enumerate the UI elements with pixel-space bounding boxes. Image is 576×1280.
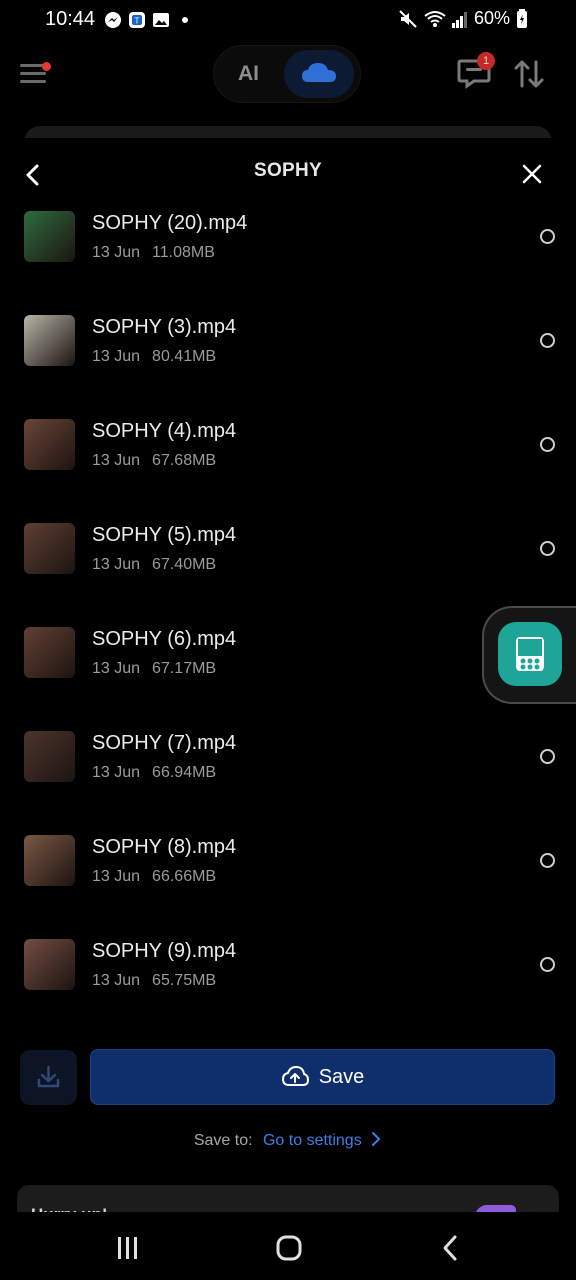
file-meta: 13 Jun 80.41MB [92,348,216,366]
toggle-ai-label[interactable]: AI [238,62,259,86]
battery-icon [517,8,527,28]
save-button-content: Save [91,1050,554,1104]
select-radio[interactable] [540,229,555,244]
file-row[interactable]: SOPHY (9).mp4 13 Jun 65.75MB [0,936,576,1040]
system-nav-bar [0,1212,576,1280]
file-meta: 13 Jun 66.66MB [92,868,216,886]
status-right: 60% [398,8,528,29]
download-icon [37,1065,60,1088]
signal-icon [451,11,467,28]
file-size: 67.68MB [152,452,217,469]
file-meta: 13 Jun 66.94MB [92,764,216,782]
file-meta: 13 Jun 67.68MB [92,452,216,470]
battery-percent: 60% [473,8,510,28]
file-row[interactable]: SOPHY (5).mp4 13 Jun 67.40MB [0,520,576,624]
select-radio[interactable] [540,333,555,348]
toggle-cloud-option[interactable] [284,50,354,98]
gallery-icon [153,13,169,27]
file-date: 13 Jun [92,452,141,469]
chevron-right-icon[interactable] [370,1131,382,1147]
file-size: 67.40MB [152,556,217,573]
status-time: 10:44 [45,8,96,30]
select-radio[interactable] [540,437,555,452]
back-icon[interactable] [438,1234,462,1262]
file-meta: 13 Jun 67.40MB [92,556,216,574]
video-thumbnail [24,835,75,886]
wifi-icon [424,10,446,27]
file-meta: 13 Jun 65.75MB [92,972,216,990]
save-to-label: Save to: [193,1132,253,1149]
recent-apps-icon[interactable] [114,1236,142,1260]
select-radio[interactable] [540,957,555,972]
video-thumbnail [24,627,75,678]
go-to-settings-link[interactable]: Go to settings [263,1132,362,1149]
file-row[interactable]: SOPHY (20).mp4 13 Jun 11.08MB [0,208,576,312]
svg-text:T: T [135,17,140,26]
cloud-icon [302,63,336,82]
file-meta: 13 Jun 67.17MB [92,660,216,678]
menu-notification-dot [42,62,51,71]
file-meta: 13 Jun 11.08MB [92,244,215,262]
video-thumbnail [24,315,75,366]
video-thumbnail [24,939,75,990]
file-date: 13 Jun [92,244,141,261]
file-date: 13 Jun [92,556,141,573]
file-name: SOPHY (4).mp4 [92,420,237,442]
video-thumbnail [24,211,75,262]
file-size: 66.94MB [152,764,217,781]
messenger-icon [105,12,121,28]
file-row[interactable]: SOPHY (4).mp4 13 Jun 67.68MB [0,416,576,520]
video-thumbnail [24,523,75,574]
file-row[interactable]: SOPHY (8).mp4 13 Jun 66.66MB [0,832,576,936]
video-thumbnail [24,731,75,782]
floating-app-button[interactable] [498,622,562,686]
save-to-row: Save to: Go to settings [0,1131,576,1150]
teams-icon: T [129,12,145,28]
file-name: SOPHY (9).mp4 [92,940,237,962]
file-name: SOPHY (7).mp4 [92,732,237,754]
messages-badge: 1 [477,52,495,70]
dot-icon [182,17,188,23]
file-date: 13 Jun [92,348,141,365]
file-row[interactable]: SOPHY (3).mp4 13 Jun 80.41MB [0,312,576,416]
file-size: 66.66MB [152,868,217,885]
file-date: 13 Jun [92,972,141,989]
select-radio[interactable] [540,541,555,556]
app-bar: AI 1 [0,42,576,107]
sort-icon[interactable] [512,58,546,90]
select-radio[interactable] [540,749,555,764]
sheet-header: SOPHY [0,142,576,202]
status-app-icons: T [104,11,194,29]
file-name: SOPHY (6).mp4 [92,628,237,650]
close-icon[interactable] [518,160,546,188]
sim-card-icon [516,637,544,671]
file-size: 65.75MB [152,972,217,989]
file-size: 11.08MB [152,244,215,261]
floating-side-panel[interactable] [482,606,576,704]
file-name: SOPHY (5).mp4 [92,524,237,546]
file-row[interactable]: SOPHY (7).mp4 13 Jun 66.94MB [0,728,576,832]
ai-cloud-toggle[interactable]: AI [214,46,360,102]
file-size: 67.17MB [152,660,217,677]
status-bar: 10:44 T 60% [0,0,576,42]
file-name: SOPHY (3).mp4 [92,316,237,338]
mute-icon [399,9,417,28]
cloud-upload-icon [281,1065,309,1086]
video-thumbnail [24,419,75,470]
download-button[interactable] [20,1050,77,1105]
select-radio[interactable] [540,853,555,868]
file-name: SOPHY (8).mp4 [92,836,237,858]
file-date: 13 Jun [92,764,141,781]
save-button[interactable]: Save [90,1049,555,1105]
save-button-label: Save [318,1065,365,1088]
folder-title: SOPHY [253,160,323,181]
file-date: 13 Jun [92,868,141,885]
file-date: 13 Jun [92,660,141,677]
home-icon[interactable] [275,1234,303,1262]
file-size: 80.41MB [152,348,217,365]
file-name: SOPHY (20).mp4 [92,212,248,234]
